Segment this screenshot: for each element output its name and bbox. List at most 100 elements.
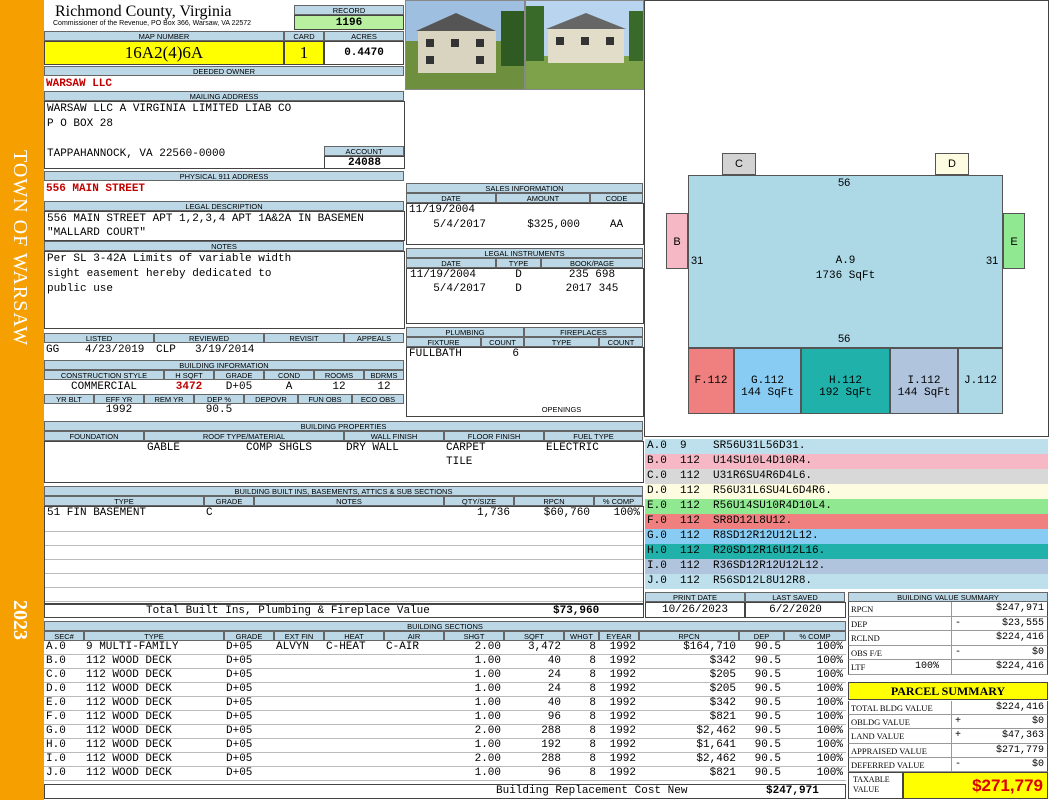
- section-cell: G.0: [46, 725, 66, 737]
- section-cell: 2.00: [474, 641, 501, 653]
- section-cell: 100%: [816, 725, 843, 737]
- section-cell: $205: [709, 683, 736, 695]
- section-cell: F.0: [46, 711, 66, 723]
- section-cell: 1992: [609, 739, 636, 751]
- section-cell: 100%: [816, 697, 843, 709]
- summary-sign: -: [951, 757, 961, 771]
- segment-row: B.0 112 U14SU10L4D10R4.: [645, 454, 1048, 469]
- sale-2-code: AA: [609, 219, 624, 231]
- segment-row: D.0 112 R56U31L6SU4L6D4R6.: [645, 484, 1048, 499]
- bin-col-qty: QTY/SIZE: [444, 496, 514, 506]
- bi-cond: A: [285, 381, 293, 393]
- builtins-rows: [45, 518, 643, 602]
- fireplaces-header: FIREPLACES: [524, 327, 643, 337]
- section-cell: D+05: [226, 711, 253, 723]
- section-cell: 1992: [609, 767, 636, 779]
- segment-row: C.0 112 U31R6SU4R6D4L6.: [645, 469, 1048, 484]
- inst-2-type: D: [515, 283, 522, 295]
- bi-col-grade: GRADE: [214, 370, 264, 380]
- inst-2-date: 5/4/2017: [433, 283, 486, 295]
- sketch-section-e: E: [1003, 213, 1025, 269]
- section-cell: 40: [547, 697, 561, 709]
- sketch-h-area: 192 SqFt: [819, 387, 872, 399]
- inst-col-bookpage: BOOK/PAGE: [541, 258, 643, 268]
- inst-1-date: 11/19/2004: [410, 269, 477, 281]
- wall-finish: DRY WALL: [346, 442, 399, 454]
- summary-row: RCLND $224,416: [848, 631, 1048, 646]
- section-cell: 90.5: [754, 753, 781, 765]
- summary-percent: 100%: [915, 661, 940, 672]
- section-cell: D+05: [226, 767, 253, 779]
- roof-material: COMP SHGLS: [246, 442, 313, 454]
- bin-comp: 100%: [613, 507, 640, 519]
- section-cell: 1.00: [474, 697, 501, 709]
- summary-value: $0: [1031, 646, 1044, 658]
- sketch-dim-right: 31: [986, 255, 999, 267]
- sale-2-date: 5/4/2017: [433, 219, 486, 231]
- bi-rooms: 12: [332, 381, 346, 393]
- plumb-col-fixture: FIXTURE: [406, 337, 481, 347]
- section-col-header: GRADE: [224, 631, 274, 641]
- bi-col-depovr: DEPOVR: [244, 394, 298, 404]
- mailing-line3: TAPPAHANNOCK, VA 22560-0000: [47, 148, 226, 160]
- summary-row: OBLDG VALUE + $0: [848, 715, 1048, 730]
- section-cell: A.0: [46, 641, 66, 653]
- summary-key: TOTAL BLDG VALUE: [851, 703, 933, 713]
- sketch-section-c: C: [722, 153, 756, 175]
- segment-row: E.0 112 R56U14SU10R4D10L4.: [645, 499, 1048, 514]
- section-cell: 288: [541, 753, 561, 765]
- summary-sign: [951, 701, 955, 715]
- plumb-1-count: 6: [512, 348, 519, 360]
- section-cell: C-AIR: [386, 641, 420, 653]
- section-cell: 192: [541, 739, 561, 751]
- sketch-g-area: 144 SqFt: [741, 387, 794, 399]
- sales-header: SALES INFORMATION: [406, 183, 643, 193]
- summary-key: RCLND: [851, 633, 880, 643]
- section-col-header: HEAT: [324, 631, 384, 641]
- section-cell: 90.5: [754, 767, 781, 779]
- sketch-section-b: B: [666, 213, 688, 269]
- section-cell: 100%: [816, 655, 843, 667]
- section-cell: B.0: [46, 655, 66, 667]
- inst-1-bookpage: 235 698: [568, 269, 616, 281]
- summary-sign: -: [951, 616, 961, 630]
- summary-sign: [951, 743, 955, 757]
- summary-key: RPCN: [851, 604, 874, 614]
- section-cell: 112 WOOD DECK: [86, 697, 172, 709]
- sketch-section-g: G.112 144 SqFt: [734, 348, 801, 414]
- summary-key: LAND VALUE: [851, 731, 905, 742]
- bin-col-type: TYPE: [44, 496, 204, 506]
- bi-col-effyr: EFF YR: [94, 394, 144, 404]
- section-cell: 90.5: [754, 669, 781, 681]
- section-cell: 8: [589, 753, 596, 765]
- bi-hsqft: 3472: [175, 381, 203, 393]
- summary-row: RPCN $247,971: [848, 602, 1048, 617]
- owner-header: DEEDED OWNER: [44, 66, 404, 76]
- account-header: ACCOUNT: [324, 146, 404, 156]
- inst-col-type: TYPE: [496, 258, 541, 268]
- mailing-line2: P O BOX 28: [47, 118, 114, 130]
- prop-col-wall: WALL FINISH: [344, 431, 444, 441]
- listed-by: GG: [46, 344, 60, 356]
- section-cell: I.0: [46, 753, 66, 765]
- section-cell: 90.5: [754, 641, 781, 653]
- section-col-header: WHGT: [564, 631, 599, 641]
- properties-header: BUILDING PROPERTIES: [44, 421, 643, 431]
- physical-address: 556 MAIN STREET: [46, 183, 146, 195]
- section-cell: 9 MULTI-FAMILY: [86, 641, 179, 653]
- section-cell: D+05: [226, 641, 253, 653]
- prop-col-floor: FLOOR FINISH: [444, 431, 544, 441]
- sketch-g-label: G.112: [750, 375, 784, 387]
- section-cell: ALVYN: [276, 641, 310, 653]
- sketch-a-area: 1736 SqFt: [815, 270, 876, 282]
- floor-finish-2: TILE: [446, 456, 473, 468]
- bin-col-rpcn: RPCN: [514, 496, 594, 506]
- account-number: 24088: [324, 156, 405, 169]
- summary-value: $47,363: [1001, 730, 1044, 742]
- property-photo-1: [405, 0, 525, 90]
- bi-col-bdrms: BDRMS: [364, 370, 404, 380]
- section-cell: 8: [589, 767, 596, 779]
- year-label: 2023: [9, 600, 31, 640]
- parcel-summary-title: PARCEL SUMMARY: [848, 682, 1048, 700]
- section-cell: 100%: [816, 767, 843, 779]
